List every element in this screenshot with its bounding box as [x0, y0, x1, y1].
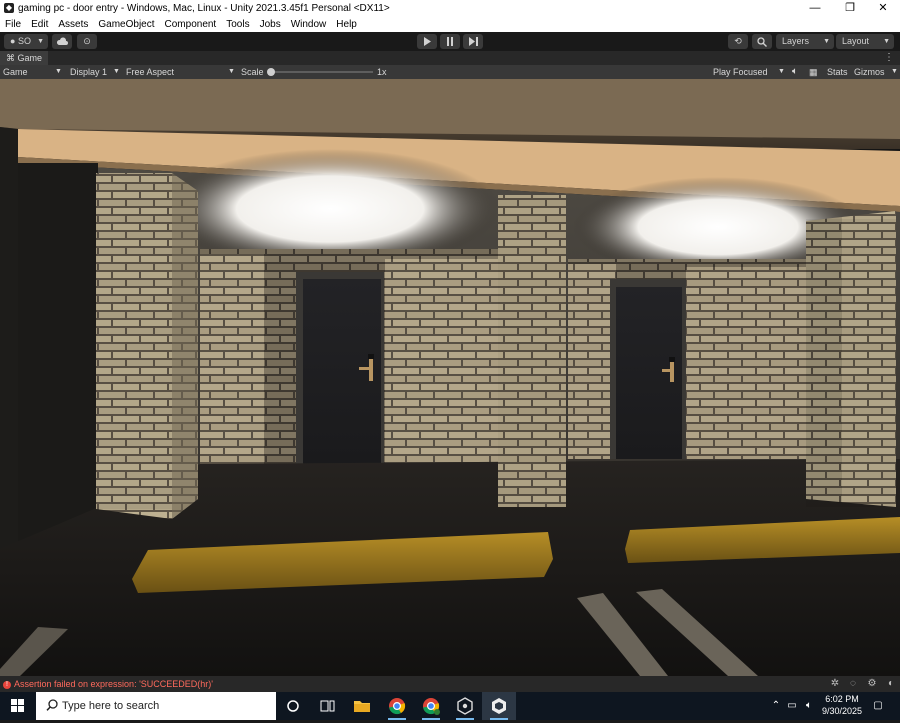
volume-icon[interactable]: 🔈︎ — [803, 700, 815, 712]
settings-icon[interactable]: ⚙ — [866, 678, 878, 690]
window-title-bar: ◆ gaming pc - door entry - Windows, Mac,… — [0, 0, 900, 16]
chevron-down-icon: ▼ — [37, 38, 44, 45]
display-dropdown[interactable]: Display 1 — [70, 65, 107, 79]
unity-app-icon: ◆ — [4, 3, 14, 13]
scale-slider-track[interactable] — [269, 71, 373, 73]
tab-game-label: Game — [17, 53, 43, 63]
collab-icon[interactable]: ⊙ — [77, 34, 97, 49]
mode-label: Game — [3, 67, 28, 77]
gizmos-label: Gizmos — [854, 67, 885, 77]
game-tab-row: ⌘ Game ⋮ — [0, 51, 900, 65]
maximize-button[interactable]: ❐ — [833, 0, 867, 16]
menu-file[interactable]: File — [0, 19, 26, 30]
cortana-icon[interactable] — [276, 692, 310, 720]
stats-button[interactable]: Stats — [827, 65, 848, 79]
error-text: Assertion failed on expression: 'SUCCEED… — [14, 679, 214, 689]
windows-start-icon[interactable] — [0, 692, 36, 720]
console-status-bar[interactable]: ! Assertion failed on expression: 'SUCCEE… — [0, 676, 900, 692]
layers-dropdown[interactable]: Layers ▼ — [776, 34, 834, 49]
menu-tools[interactable]: Tools — [221, 19, 254, 30]
taskbar-clock[interactable]: 6:02 PM 9/30/2025 — [818, 693, 866, 717]
step-icon[interactable] — [463, 34, 483, 49]
clock-date: 9/30/2025 — [821, 706, 863, 716]
menu-help[interactable]: Help — [331, 19, 362, 30]
menu-edit[interactable]: Edit — [26, 19, 53, 30]
taskbar-search-box[interactable]: Type here to search — [36, 692, 276, 720]
menu-bar: File Edit Assets GameObject Component To… — [0, 16, 900, 32]
search-placeholder: Type here to search — [62, 700, 160, 712]
search-icon[interactable] — [752, 34, 772, 49]
scale-slider-handle[interactable] — [267, 68, 275, 76]
unity-editor-icon[interactable] — [482, 692, 516, 720]
game-scene-render — [0, 79, 900, 676]
account-icon: ● — [10, 36, 16, 46]
menu-jobs[interactable]: Jobs — [255, 19, 286, 30]
chevron-down-icon: ▼ — [113, 68, 120, 75]
tab-game[interactable]: ⌘ Game — [0, 51, 48, 65]
menu-component[interactable]: Component — [160, 19, 222, 30]
notification-icon[interactable]: ◐ — [885, 678, 897, 690]
chevron-down-icon: ▼ — [883, 38, 890, 45]
play-icon[interactable] — [417, 34, 437, 49]
pause-icon[interactable] — [440, 34, 460, 49]
unity-hub-icon[interactable] — [448, 692, 482, 720]
progress-icon[interactable]: ◌ — [847, 678, 859, 690]
chrome-profile-icon[interactable] — [414, 692, 448, 720]
account-dropdown[interactable]: ● SO ▼ — [4, 34, 48, 49]
menu-window[interactable]: Window — [286, 19, 332, 30]
task-view-icon[interactable] — [310, 692, 344, 720]
more-options-icon[interactable]: ⋮ — [884, 51, 894, 65]
layout-dropdown[interactable]: Layout ▼ — [836, 34, 894, 49]
file-explorer-icon[interactable] — [345, 692, 379, 720]
windows-taskbar: Type here to search ⌃ ▭ 🔈︎ 6:02 PM 9/30/… — [0, 692, 900, 720]
aspect-label: Free Aspect — [126, 67, 175, 77]
debug-icon[interactable]: ✲ — [829, 678, 841, 690]
layout-label: Layout — [842, 36, 870, 46]
gizmos-button[interactable]: Gizmos — [854, 65, 885, 79]
cloud-icon[interactable] — [52, 34, 72, 49]
chevron-down-icon: ▼ — [823, 38, 830, 45]
layers-label: Layers — [782, 36, 810, 46]
search-icon — [46, 699, 58, 714]
chevron-down-icon: ▼ — [228, 68, 235, 75]
account-label: SO — [17, 36, 31, 46]
mode-dropdown[interactable]: Game — [3, 65, 28, 79]
grid-icon[interactable]: ▦ — [809, 65, 818, 79]
unity-toolbar: ● SO ▼ ⊙ ⟲ Layers ▼ Layout ▼ — [0, 32, 900, 51]
chevron-down-icon: ▼ — [778, 68, 785, 75]
menu-gameobject[interactable]: GameObject — [93, 19, 159, 30]
play-mode-label: Play Focused — [713, 67, 768, 77]
close-button[interactable]: ✕ — [866, 0, 900, 16]
game-view-controls: Game ▼ Display 1 ▼ Free Aspect ▼ Scale 1… — [0, 65, 900, 79]
console-error-message[interactable]: ! Assertion failed on expression: 'SUCCEE… — [3, 676, 213, 692]
scale-value: 1x — [377, 67, 387, 77]
speaker-icon[interactable]: 🔈︎ — [792, 65, 798, 79]
menu-assets[interactable]: Assets — [53, 19, 93, 30]
clock-time: 6:02 PM — [825, 694, 859, 704]
minimize-button[interactable]: — — [798, 0, 832, 16]
window-title: gaming pc - door entry - Windows, Mac, L… — [18, 2, 390, 14]
history-icon[interactable]: ⟲ — [728, 34, 748, 49]
aspect-dropdown[interactable]: Free Aspect — [126, 65, 174, 79]
error-icon: ! — [3, 680, 11, 689]
stats-label: Stats — [827, 67, 848, 77]
game-controller-icon: ⌘ — [6, 53, 15, 63]
chevron-down-icon: ▼ — [55, 68, 62, 75]
chrome-icon[interactable] — [380, 692, 414, 720]
chevron-up-icon[interactable]: ⌃ — [770, 700, 782, 712]
chevron-down-icon: ▼ — [891, 68, 898, 75]
display-label: Display 1 — [70, 67, 108, 77]
game-viewport[interactable] — [0, 79, 900, 676]
notification-center-icon[interactable]: ▢ — [872, 700, 884, 712]
network-icon[interactable]: ▭ — [786, 700, 798, 712]
scale-label: Scale — [241, 67, 264, 77]
play-mode-dropdown[interactable]: Play Focused — [713, 65, 768, 79]
